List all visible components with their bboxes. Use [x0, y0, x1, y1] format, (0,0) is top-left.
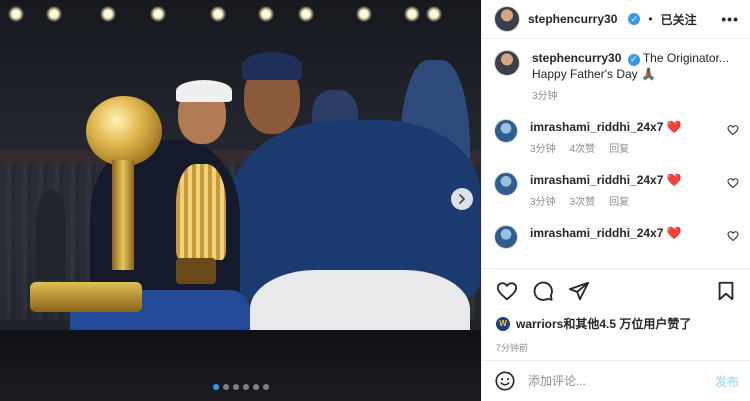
carousel-dot: [222, 384, 229, 390]
comment-username[interactable]: imrashami_riddhi_24x7: [530, 173, 663, 187]
post-timestamp: 7分钟前: [496, 343, 529, 353]
comment-like-heart-icon[interactable]: [727, 124, 739, 136]
arena-light: [356, 6, 372, 22]
carousel-next-button[interactable]: [451, 188, 473, 210]
courtside-rail: [0, 330, 481, 401]
verified-badge-icon: ✓: [628, 13, 641, 25]
commenter-avatar[interactable]: [494, 172, 518, 196]
comment-text: ❤️: [666, 173, 682, 187]
bookmark-icon[interactable]: [715, 280, 737, 302]
caption-text: The Originator...: [642, 51, 729, 65]
comment-input[interactable]: [528, 374, 703, 388]
comment-reply-button[interactable]: 回复: [609, 195, 629, 211]
emoji-icon[interactable]: [494, 370, 516, 392]
arena-light: [100, 6, 116, 22]
comment-icon[interactable]: [532, 280, 554, 302]
championship-trophy-base: [30, 282, 142, 312]
heart-icon[interactable]: [496, 280, 518, 302]
author-username[interactable]: stephencurry30: [528, 12, 617, 26]
arena-light: [404, 6, 420, 22]
paper-plane-icon[interactable]: [568, 280, 590, 302]
comment-like-count[interactable]: 4次赞: [570, 142, 596, 158]
caption-time: 3分钟: [532, 91, 558, 102]
likes-summary[interactable]: W warriors和其他4.5 万位用户赞了: [496, 315, 737, 332]
warriors-avatar[interactable]: W: [496, 316, 510, 331]
caption-text-line2: Happy Father's Day 🙏🏾: [532, 67, 656, 81]
likes-count-text[interactable]: 和其他4.5 万位用户赞了: [563, 317, 691, 331]
arena-light: [258, 6, 274, 22]
commenter-avatar[interactable]: [494, 119, 518, 143]
carousel-dot: [262, 384, 269, 390]
post-side-panel: stephencurry30 ✓ • 已关注 ••• stephencurry3…: [481, 0, 750, 401]
comment-reply-button[interactable]: 回复: [609, 142, 629, 158]
comment-time: 3分钟: [530, 197, 556, 208]
post-header: stephencurry30 ✓ • 已关注 •••: [482, 0, 750, 39]
chevron-right-icon: [459, 194, 465, 204]
comment-username[interactable]: imrashami_riddhi_24x7: [530, 120, 663, 134]
comment-item: imrashami_riddhi_24x7 ❤️ 3分钟 3次赞 回复: [482, 172, 750, 211]
championship-trophy-stem: [112, 160, 134, 270]
likes-username[interactable]: warriors: [516, 317, 563, 331]
comment-composer: 发布: [482, 360, 750, 401]
mvp-trophy: [176, 164, 226, 260]
carousel-indicator: [0, 384, 481, 390]
author-avatar[interactable]: [494, 50, 520, 76]
more-options-icon[interactable]: •••: [721, 11, 739, 27]
mvp-trophy-base: [176, 258, 216, 284]
commenter-avatar[interactable]: [494, 225, 518, 249]
post-actions: W warriors和其他4.5 万位用户赞了 7分钟前: [482, 268, 750, 354]
comment-like-heart-icon[interactable]: [727, 230, 739, 242]
comment-like-heart-icon[interactable]: [727, 177, 739, 189]
caption-username[interactable]: stephencurry30: [532, 51, 621, 65]
arena-light: [210, 6, 226, 22]
arena-light: [298, 6, 314, 22]
white-cap: [176, 80, 232, 102]
author-avatar[interactable]: [494, 6, 520, 32]
comment-item: imrashami_riddhi_24x7 ❤️ 3分钟 4次赞 回复: [482, 119, 750, 158]
action-bar: [496, 279, 737, 303]
comment-time: 3分钟: [530, 144, 556, 155]
comment-text: ❤️: [666, 226, 682, 240]
championship-trophy: [86, 96, 162, 166]
post-photo[interactable]: [0, 0, 481, 401]
navy-cap: [242, 52, 302, 80]
header-separator: •: [648, 12, 653, 26]
carousel-dot: [212, 384, 219, 390]
arena-light: [150, 6, 166, 22]
comment-text: ❤️: [666, 120, 682, 134]
comment-like-count[interactable]: 3次赞: [570, 195, 596, 211]
post-comment-button[interactable]: 发布: [715, 373, 739, 390]
carousel-dot: [252, 384, 259, 390]
carousel-dot: [242, 384, 249, 390]
caption: stephencurry30 ✓ The Originator... Happy…: [482, 50, 750, 105]
arena-light: [426, 6, 442, 22]
bystander-figure: [36, 190, 66, 280]
carousel-dot: [232, 384, 239, 390]
verified-badge-icon: ✓: [627, 53, 640, 66]
arena-light: [8, 6, 24, 22]
comments-list[interactable]: stephencurry30 ✓ The Originator... Happy…: [482, 50, 750, 268]
arena-light: [46, 6, 62, 22]
comment-item: imrashami_riddhi_24x7 ❤️: [482, 225, 750, 249]
follow-status-button[interactable]: 已关注: [661, 11, 697, 28]
comment-username[interactable]: imrashami_riddhi_24x7: [530, 226, 663, 240]
